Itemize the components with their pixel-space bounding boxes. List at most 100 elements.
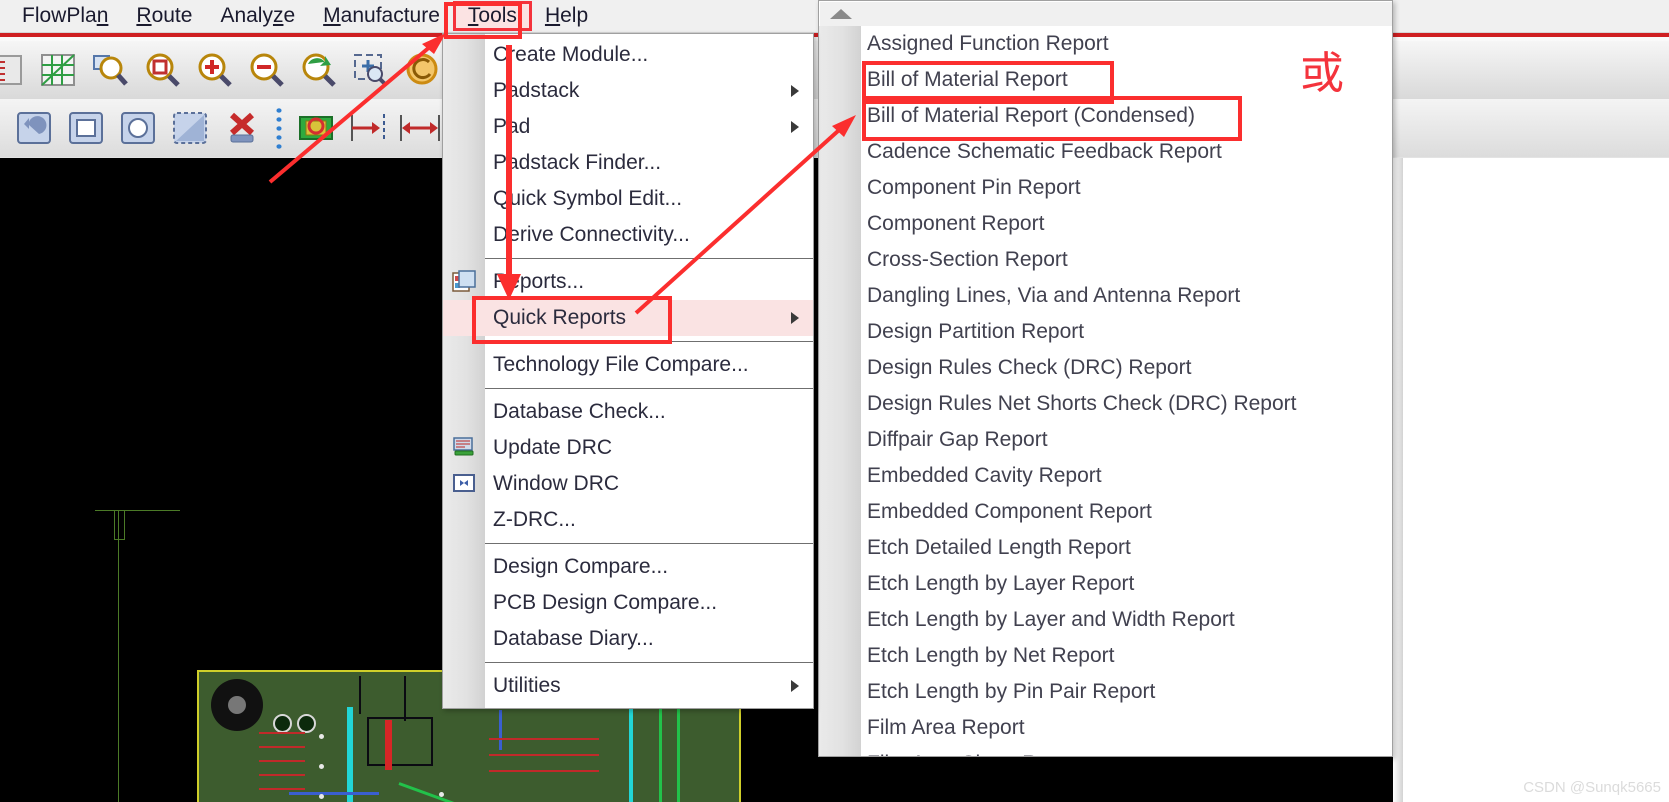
menu-item-database-diary[interactable]: Database Diary... bbox=[443, 621, 813, 657]
place-component-icon[interactable] bbox=[292, 105, 340, 151]
chevron-right-icon bbox=[791, 680, 799, 692]
zoom-previous-glyph bbox=[302, 53, 336, 87]
submenu-item-embedded-component-report[interactable]: Embedded Component Report bbox=[819, 494, 1392, 530]
menu-item-label: Design Compare... bbox=[493, 555, 669, 578]
zoom-by-points-icon[interactable] bbox=[86, 47, 134, 93]
menu-item-padstack[interactable]: Padstack bbox=[443, 73, 813, 109]
application-window: TOP t ARE IN bbox=[0, 0, 1669, 802]
polygon-icon[interactable] bbox=[166, 105, 214, 151]
zoom-fit-icon[interactable] bbox=[138, 47, 186, 93]
via bbox=[439, 792, 444, 797]
submenu-item-etch-length-by-net-report[interactable]: Etch Length by Net Report bbox=[819, 638, 1392, 674]
trace-red bbox=[259, 760, 305, 762]
measure-to-icon[interactable] bbox=[344, 105, 392, 151]
menu-item-label: Database Diary... bbox=[493, 627, 654, 650]
submenu-item-bill-of-material-report-condensed[interactable]: Bill of Material Report (Condensed) bbox=[819, 98, 1392, 134]
menu-item-pad[interactable]: Pad bbox=[443, 109, 813, 145]
menu-item-create-module[interactable]: Create Module... bbox=[443, 37, 813, 73]
submenu-item-label: Bill of Material Report bbox=[867, 68, 1068, 91]
menu-route[interactable]: Route bbox=[122, 2, 206, 30]
submenu-item-cadence-schematic-feedback-report[interactable]: Cadence Schematic Feedback Report bbox=[819, 134, 1392, 170]
submenu-item-embedded-cavity-report[interactable]: Embedded Cavity Report bbox=[819, 458, 1392, 494]
menu-item-label: Pad bbox=[493, 115, 531, 138]
menu-item-quick-symbol-edit[interactable]: Quick Symbol Edit... bbox=[443, 181, 813, 217]
grid-icon[interactable] bbox=[34, 47, 82, 93]
menu-item-z-drc[interactable]: Z-DRC... bbox=[443, 502, 813, 538]
scroll-up-caret-icon bbox=[830, 9, 852, 19]
undo-shape-icon[interactable] bbox=[10, 105, 58, 151]
pcb-pad bbox=[273, 714, 292, 733]
submenu-item-component-pin-report[interactable]: Component Pin Report bbox=[819, 170, 1392, 206]
via bbox=[319, 794, 324, 799]
submenu-item-design-rules-net-shorts-check-drc-report[interactable]: Design Rules Net Shorts Check (DRC) Repo… bbox=[819, 386, 1392, 422]
menu-help[interactable]: Help bbox=[531, 2, 602, 30]
chevron-right-icon bbox=[791, 121, 799, 133]
menu-item-padstack-finder[interactable]: Padstack Finder... bbox=[443, 145, 813, 181]
menu-item-pcb-design-compare[interactable]: PCB Design Compare... bbox=[443, 585, 813, 621]
zoom-center-icon[interactable] bbox=[346, 47, 394, 93]
submenu-item-label: Embedded Cavity Report bbox=[867, 464, 1102, 487]
zoom-in-icon[interactable] bbox=[190, 47, 238, 93]
submenu-item-etch-length-by-pin-pair-report[interactable]: Etch Length by Pin Pair Report bbox=[819, 674, 1392, 710]
menu-flowplan[interactable]: FlowPlan bbox=[8, 2, 122, 30]
zoom-out-icon[interactable] bbox=[242, 47, 290, 93]
submenu-item-film-area-sheet-report[interactable]: Film Area Sheet Report bbox=[819, 746, 1392, 756]
trace-blue bbox=[499, 710, 502, 750]
measure-between-icon[interactable] bbox=[396, 105, 444, 151]
submenu-item-label: Film Area Sheet Report bbox=[867, 752, 1085, 756]
submenu-item-design-rules-check-drc-report[interactable]: Design Rules Check (DRC) Report bbox=[819, 350, 1392, 386]
menu-item-label: Quick Reports bbox=[493, 306, 627, 329]
menu-item-update-drc[interactable]: Update DRC bbox=[443, 430, 813, 466]
menu-item-technology-file-compare[interactable]: Technology File Compare... bbox=[443, 347, 813, 383]
menu-item-reports[interactable]: Reports... bbox=[443, 264, 813, 300]
submenu-scroll-up[interactable] bbox=[820, 2, 1392, 26]
redraw-icon[interactable] bbox=[398, 47, 446, 93]
submenu-item-etch-detailed-length-report[interactable]: Etch Detailed Length Report bbox=[819, 530, 1392, 566]
menu-tools[interactable]: Tools bbox=[452, 1, 532, 31]
menu-separator bbox=[485, 258, 813, 259]
ratsnest-icon[interactable] bbox=[0, 47, 30, 93]
submenu-item-cross-section-report[interactable]: Cross-Section Report bbox=[819, 242, 1392, 278]
submenu-item-diffpair-gap-report[interactable]: Diffpair Gap Report bbox=[819, 422, 1392, 458]
menu-item-window-drc[interactable]: Window DRC bbox=[443, 466, 813, 502]
delete-shape-icon[interactable] bbox=[218, 105, 266, 151]
submenu-item-film-area-report[interactable]: Film Area Report bbox=[819, 710, 1392, 746]
menu-item-design-compare[interactable]: Design Compare... bbox=[443, 549, 813, 585]
menu-item-quick-reports[interactable]: Quick Reports bbox=[443, 300, 813, 336]
menu-separator bbox=[485, 543, 813, 544]
trace-cyan bbox=[347, 707, 353, 802]
redraw-glyph bbox=[406, 53, 438, 85]
component-outline bbox=[367, 717, 433, 766]
submenu-item-label: Etch Detailed Length Report bbox=[867, 536, 1131, 559]
submenu-item-etch-length-by-layer-and-width-report[interactable]: Etch Length by Layer and Width Report bbox=[819, 602, 1392, 638]
menu-analyze[interactable]: Analyze bbox=[206, 2, 309, 30]
rectangle-icon[interactable] bbox=[62, 105, 110, 151]
menu-item-label: Reports... bbox=[493, 270, 585, 293]
menu-item-utilities[interactable]: Utilities bbox=[443, 668, 813, 704]
panel-divider[interactable] bbox=[1393, 158, 1403, 802]
toolbar-drag-handle[interactable] bbox=[274, 106, 284, 150]
menu-separator bbox=[485, 662, 813, 663]
submenu-item-component-report[interactable]: Component Report bbox=[819, 206, 1392, 242]
submenu-item-etch-length-by-layer-report[interactable]: Etch Length by Layer Report bbox=[819, 566, 1392, 602]
menu-manufacture[interactable]: Manufacture bbox=[309, 2, 454, 30]
submenu-item-label: Dangling Lines, Via and Antenna Report bbox=[867, 284, 1241, 307]
submenu-item-design-partition-report[interactable]: Design Partition Report bbox=[819, 314, 1392, 350]
menu-item-derive-connectivity[interactable]: Derive Connectivity... bbox=[443, 217, 813, 253]
chevron-right-icon bbox=[791, 85, 799, 97]
submenu-item-label: Etch Length by Net Report bbox=[867, 644, 1115, 667]
menu-item-database-check[interactable]: Database Check... bbox=[443, 394, 813, 430]
measure-to-glyph bbox=[351, 114, 385, 142]
window-drc-glyph bbox=[453, 474, 475, 492]
zoom-previous-icon[interactable] bbox=[294, 47, 342, 93]
tools-dropdown-menu[interactable]: Create Module... Padstack Pad Padstack F… bbox=[442, 33, 814, 709]
circle-icon[interactable] bbox=[114, 105, 162, 151]
menu-item-label: Update DRC bbox=[493, 436, 613, 459]
trace-red bbox=[259, 746, 305, 748]
submenu-item-dangling-lines-via-and-antenna-report[interactable]: Dangling Lines, Via and Antenna Report bbox=[819, 278, 1392, 314]
quick-reports-submenu[interactable]: Assigned Function Report Bill of Materia… bbox=[818, 0, 1393, 757]
zoom-out-glyph bbox=[250, 53, 284, 87]
via bbox=[319, 764, 324, 769]
submenu-list: Assigned Function Report Bill of Materia… bbox=[819, 26, 1392, 756]
frame-vertical-line bbox=[118, 510, 119, 802]
